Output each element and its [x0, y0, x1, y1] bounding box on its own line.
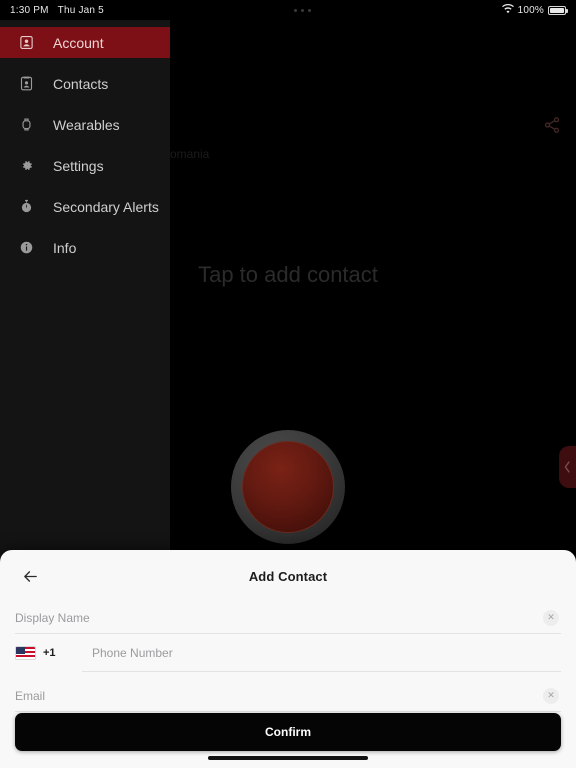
sidebar-item-info[interactable]: Info	[0, 232, 170, 263]
watch-icon	[19, 117, 41, 132]
edge-drawer-tab[interactable]	[559, 446, 576, 488]
sidebar-nav-list: Account Contacts Wearables Settings Seco…	[0, 20, 170, 263]
app-root: omania Tap to add contact Account Contac…	[0, 0, 576, 768]
share-icon[interactable]	[543, 116, 561, 139]
sidebar-item-label: Settings	[53, 157, 104, 174]
sidebar-item-settings[interactable]: Settings	[0, 150, 170, 181]
sidebar-item-label: Secondary Alerts	[53, 198, 159, 215]
stopwatch-icon	[19, 199, 41, 214]
email-placeholder: Email	[15, 688, 46, 703]
clear-x-icon[interactable]: ✕	[543, 609, 559, 626]
battery-percent: 100%	[517, 4, 544, 16]
account-person-icon	[19, 35, 41, 50]
sidebar-item-label: Account	[53, 34, 104, 51]
email-field[interactable]: Email ✕	[15, 680, 561, 712]
add-contact-sheet: Add Contact Display Name ✕ +1 Phone Numb…	[0, 550, 576, 768]
display-name-field[interactable]: Display Name ✕	[15, 602, 561, 634]
display-name-placeholder: Display Name	[15, 610, 90, 625]
sidebar-item-label: Contacts	[53, 75, 109, 92]
status-bar-right: 100%	[501, 3, 576, 17]
status-date: Thu Jan 5	[57, 4, 104, 16]
panic-button-core	[242, 441, 334, 533]
clear-x-icon[interactable]: ✕	[543, 687, 559, 704]
contact-card-icon	[19, 76, 41, 91]
sidebar-item-account[interactable]: Account	[0, 27, 170, 58]
sidebar-item-contacts[interactable]: Contacts	[0, 68, 170, 99]
chevron-left-icon	[564, 461, 570, 473]
status-time: 1:30 PM	[10, 4, 49, 16]
confirm-button[interactable]: Confirm	[15, 713, 561, 751]
phone-number-placeholder: Phone Number	[92, 645, 173, 660]
battery-full-icon	[548, 5, 568, 15]
status-bar-left: 1:30 PM Thu Jan 5	[0, 5, 104, 16]
panic-button[interactable]	[231, 430, 345, 544]
sidebar-item-secondary-alerts[interactable]: Secondary Alerts	[0, 191, 170, 222]
phone-row: +1 Phone Number	[15, 634, 561, 672]
back-button[interactable]	[18, 564, 42, 588]
phone-number-input[interactable]: Phone Number	[82, 634, 561, 672]
us-flag-icon	[15, 646, 36, 660]
status-bar-center	[104, 8, 502, 12]
gear-icon	[19, 158, 41, 173]
home-indicator	[208, 756, 368, 760]
sheet-header: Add Contact	[0, 550, 576, 602]
country-code-value: +1	[43, 647, 56, 659]
sidebar-item-label: Wearables	[53, 116, 120, 133]
page-title: Add Contact	[248, 568, 328, 584]
sidebar-item-wearables[interactable]: Wearables	[0, 109, 170, 140]
info-circle-icon	[19, 240, 41, 255]
map-region-label: omania	[170, 147, 210, 161]
country-code-selector[interactable]: +1	[15, 646, 82, 660]
arrow-left-icon	[23, 570, 37, 582]
sidebar-item-label: Info	[53, 239, 77, 256]
wifi-icon	[501, 3, 514, 17]
status-bar: 1:30 PM Thu Jan 5 100%	[0, 0, 576, 20]
ellipsis-icon	[294, 8, 312, 12]
